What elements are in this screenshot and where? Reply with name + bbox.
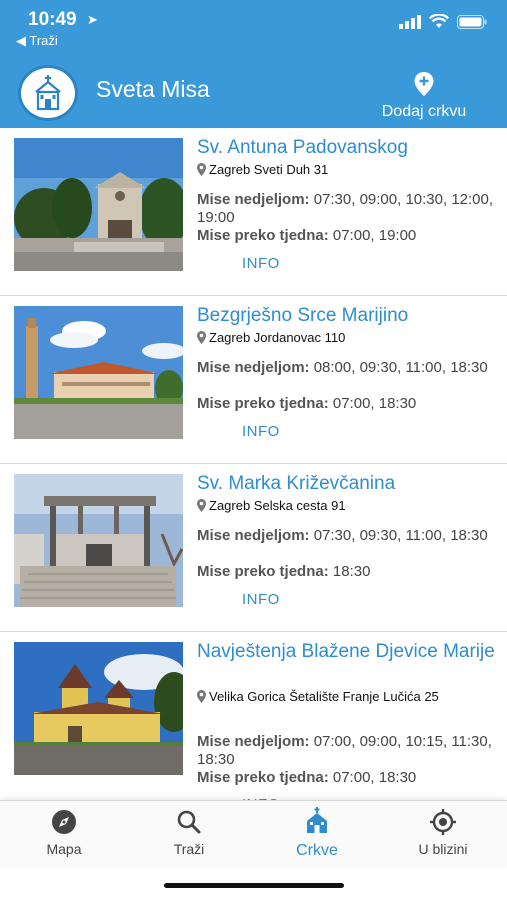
weekday-mass-times: Mise preko tjedna: 07:00, 18:30 [197,769,497,787]
compass-icon [52,810,76,834]
sunday-mass-times: Mise nedjeljom: 08:00, 09:30, 11:00, 18:… [197,359,497,377]
church-name[interactable]: Sv. Marka Križevčanina [197,472,497,495]
weekday-label: Mise preko tjedna: [197,769,329,786]
tab-crkve[interactable]: Crkve [262,806,372,860]
tab-label: Traži [173,841,205,857]
app-header: Sveta Misa Dodaj crkvu [0,62,507,128]
battery-icon [457,14,487,29]
church-list[interactable]: Sv. Antuna Padovanskog Zagreb Sveti Duh … [0,128,507,800]
sunday-times: 07:30, 09:30, 11:00, 18:30 [309,527,488,544]
weekday-label: Mise preko tjedna: [197,395,329,412]
weekday-times: 18:30 [328,563,371,580]
church-name[interactable]: Sv. Antuna Padovanskog [197,136,497,159]
church-icon [307,807,327,833]
tab-u-blizini[interactable]: U blizini [388,809,498,857]
sunday-label: Mise nedjeljom: [197,359,310,376]
church-card[interactable]: Bezgrješno Srce Marijino Zagreb Jordanov… [0,296,507,464]
map-pin-plus-icon [414,72,434,96]
map-pin-icon [197,499,206,512]
map-pin-icon [197,331,206,344]
bottom-tab-bar: Mapa Traži Crkve U blizini [0,800,507,867]
sunday-mass-times: Mise nedjeljom: 07:30, 09:30, 11:00, 18:… [197,527,497,545]
location-arrow-icon: ➤ [87,12,98,27]
map-pin-icon [197,690,206,703]
status-bar: 10:49 ➤ ◀ Traži [0,0,507,62]
church-logo-icon [35,75,61,111]
sunday-times: 08:00, 09:30, 11:00, 18:30 [309,359,488,376]
weekday-label: Mise preko tjedna: [197,227,329,244]
app-logo [18,65,78,121]
church-card[interactable]: Sv. Antuna Padovanskog Zagreb Sveti Duh … [0,128,507,296]
signal-icon [399,14,421,29]
location-target-icon [430,809,456,835]
weekday-mass-times: Mise preko tjedna: 07:00, 18:30 [197,395,497,413]
status-time: 10:49 [28,9,77,30]
wifi-icon [429,14,449,28]
info-button[interactable]: INFO [242,255,280,272]
church-address: Zagreb Sveti Duh 31 [197,161,487,178]
add-church-button[interactable]: Dodaj crkvu [369,72,479,121]
tab-label: Crkve [296,842,338,859]
church-photo [14,474,183,607]
church-address: Zagreb Jordanovac 110 [197,329,487,346]
sunday-mass-times: Mise nedjeljom: 07:30, 09:00, 10:30, 12:… [197,191,497,227]
address-text: Zagreb Jordanovac 110 [209,330,346,345]
church-photo [14,138,183,271]
weekday-mass-times: Mise preko tjedna: 07:00, 19:00 [197,227,497,245]
info-button[interactable]: INFO [242,423,280,440]
church-name[interactable]: Bezgrješno Srce Marijino [197,304,497,327]
church-address: Velika Gorica Šetalište Franje Lučića 25 [197,688,487,705]
sunday-label: Mise nedjeljom: [197,733,310,750]
tab-trazi[interactable]: Traži [134,809,244,857]
address-text: Zagreb Sveti Duh 31 [209,162,329,177]
tab-label: U blizini [418,841,468,857]
home-indicator[interactable] [164,883,344,888]
app-title: Sveta Misa [96,76,210,102]
address-text: Zagreb Selska cesta 91 [209,498,346,513]
sunday-label: Mise nedjeljom: [197,191,310,208]
weekday-times: 07:00, 19:00 [328,227,417,244]
map-pin-icon [197,163,206,176]
sunday-label: Mise nedjeljom: [197,527,310,544]
tab-label: Mapa [46,841,82,857]
tab-mapa[interactable]: Mapa [9,809,119,857]
church-photo [14,306,183,439]
search-icon [177,810,201,834]
weekday-mass-times: Mise preko tjedna: 18:30 [197,563,497,581]
address-text: Velika Gorica Šetalište Franje Lučića 25 [209,689,439,704]
back-to-search-link[interactable]: ◀ Traži [16,33,58,49]
weekday-label: Mise preko tjedna: [197,563,329,580]
church-address: Zagreb Selska cesta 91 [197,497,487,514]
sunday-mass-times: Mise nedjeljom: 07:00, 09:00, 10:15, 11:… [197,733,497,769]
weekday-times: 07:00, 18:30 [328,395,417,412]
add-church-label: Dodaj crkvu [381,103,467,120]
church-card[interactable]: Navještenja Blažene Djevice Marije Velik… [0,632,507,800]
church-name[interactable]: Navještenja Blažene Djevice Marije [197,640,497,663]
weekday-times: 07:00, 18:30 [328,769,417,786]
info-button[interactable]: INFO [242,591,280,608]
church-card[interactable]: Sv. Marka Križevčanina Zagreb Selska ces… [0,464,507,632]
church-photo [14,642,183,775]
